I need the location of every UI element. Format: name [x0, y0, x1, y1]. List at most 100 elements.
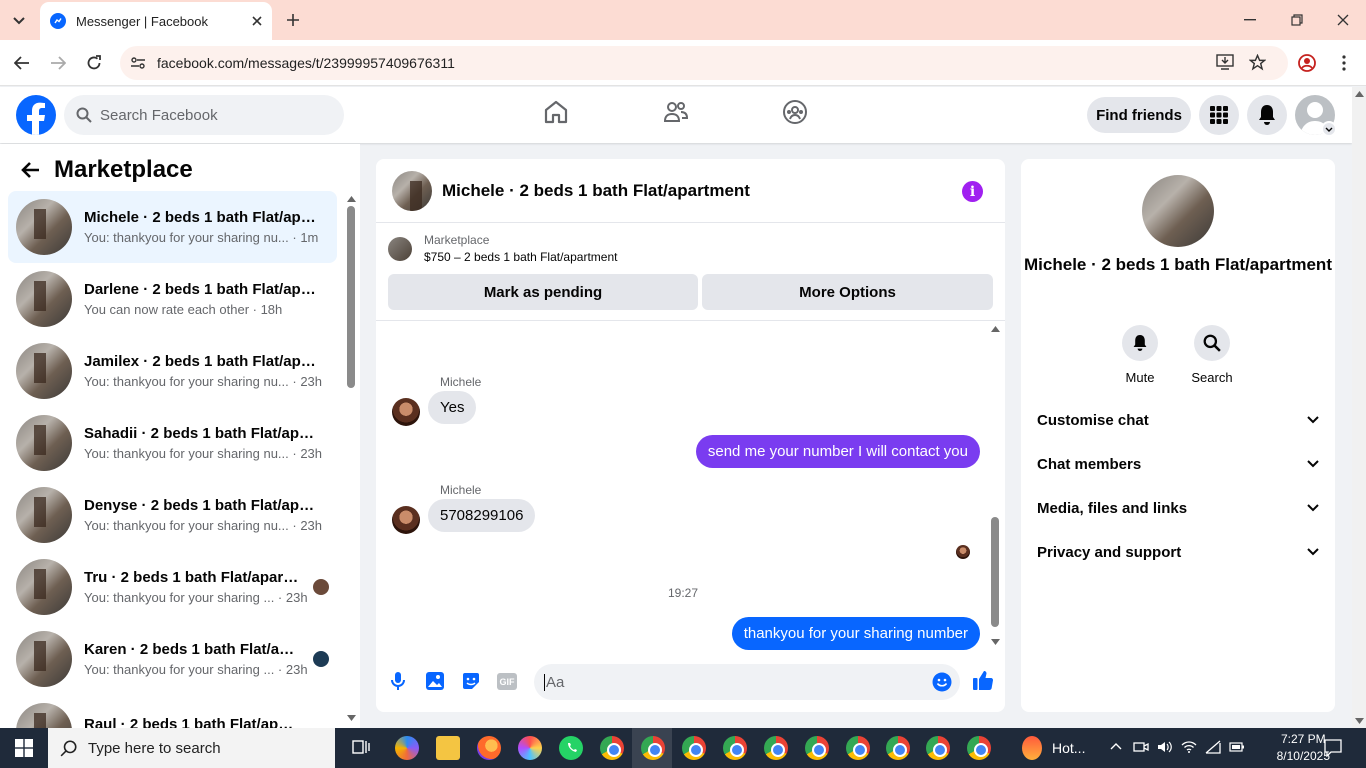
account-chevron-icon[interactable] [1321, 121, 1337, 137]
mark-as-pending-button[interactable]: Mark as pending [388, 274, 698, 310]
install-app-icon[interactable] [1216, 54, 1234, 71]
conversation-name: Michele · 2 beds 1 bath Flat/apa... [84, 209, 319, 226]
scroll-down-arrow-icon[interactable] [991, 639, 1000, 645]
tab-close-icon[interactable] [252, 16, 262, 26]
listing-label: Marketplace [424, 233, 490, 247]
message-input[interactable]: Aa [534, 664, 960, 700]
back-arrow-icon[interactable] [20, 161, 40, 179]
chrome-icon[interactable] [723, 736, 747, 760]
marketplace-listing[interactable]: Marketplace $750 – 2 beds 1 bath Flat/ap… [388, 233, 617, 264]
mute-button[interactable]: Mute [1110, 325, 1170, 385]
customise-chat-section[interactable]: Customise chat [1037, 402, 1319, 438]
restore-icon[interactable] [1287, 10, 1307, 30]
groups-icon[interactable] [782, 99, 808, 125]
weather-text[interactable]: Hot... [1052, 740, 1085, 756]
outgoing-message[interactable]: thankyou for your sharing number [731, 617, 980, 650]
chrome-icon[interactable] [967, 736, 991, 760]
scroll-down-arrow-icon[interactable] [347, 715, 356, 721]
address-bar[interactable]: facebook.com/messages/t/2399995740967631… [120, 46, 1288, 80]
conversation-name: Karen · 2 beds 1 bath Flat/apa... [84, 641, 299, 658]
chrome-icon[interactable] [926, 736, 950, 760]
like-thumbs-up-icon[interactable] [972, 669, 994, 691]
system-clock[interactable]: 7:27 PM 8/10/2025 [1277, 731, 1330, 765]
conversation-item[interactable]: Michele · 2 beds 1 bath Flat/apa... You: … [8, 191, 337, 263]
incoming-message[interactable]: 5708299106 [428, 499, 536, 532]
forward-arrow-icon[interactable] [48, 53, 68, 73]
home-icon[interactable] [543, 99, 569, 125]
show-hidden-icons-chevron-icon[interactable] [1110, 742, 1122, 750]
chrome-icon[interactable] [805, 736, 829, 760]
volume-icon[interactable] [1157, 740, 1173, 754]
chrome-icon[interactable] [641, 736, 665, 760]
scroll-up-arrow-icon[interactable] [991, 326, 1000, 332]
conversation-item[interactable]: Denyse · 2 beds 1 bath Flat/apar... You: … [8, 479, 337, 551]
incoming-message[interactable]: Yes [428, 391, 477, 424]
sticker-icon[interactable] [461, 671, 481, 691]
file-explorer-icon[interactable] [436, 736, 460, 760]
firefox-icon[interactable] [477, 736, 501, 760]
friends-icon[interactable] [663, 99, 689, 125]
chevron-down-icon [1307, 460, 1319, 468]
conversation-item[interactable]: Tru · 2 beds 1 bath Flat/apart... You: th… [8, 551, 337, 623]
scroll-up-arrow-icon[interactable] [347, 196, 356, 202]
site-settings-icon[interactable] [130, 55, 146, 71]
browser-menu-icon[interactable] [1334, 53, 1354, 73]
profile-icon[interactable] [1297, 53, 1317, 73]
search-in-chat-button[interactable]: Search [1182, 325, 1242, 385]
paint-icon[interactable] [518, 736, 542, 760]
outgoing-message[interactable]: send me your number I will contact you [695, 435, 980, 468]
conversation-item[interactable]: Darlene · 2 beds 1 bath Flat/apar... You … [8, 263, 337, 335]
profile-avatar[interactable] [1142, 175, 1214, 247]
photo-icon[interactable] [425, 671, 445, 691]
facebook-search-input[interactable]: Search Facebook [64, 95, 344, 135]
chat-members-section[interactable]: Chat members [1037, 446, 1319, 482]
conversation-item[interactable]: Raul · 2 beds 1 bath Flat/apart... [8, 695, 337, 728]
taskbar-search-input[interactable]: Type here to search [48, 728, 335, 768]
chat-avatar[interactable] [392, 170, 432, 211]
new-tab-icon[interactable] [283, 10, 303, 30]
reload-icon[interactable] [84, 53, 104, 73]
chrome-icon[interactable] [600, 736, 624, 760]
back-arrow-icon[interactable] [12, 53, 32, 73]
meet-now-icon[interactable] [1133, 740, 1149, 754]
menu-grid-icon[interactable] [1199, 95, 1239, 135]
copilot-icon[interactable] [395, 736, 419, 760]
conversation-item[interactable]: Karen · 2 beds 1 bath Flat/apa... You: th… [8, 623, 337, 695]
conversation-preview: You: thankyou for your sharing nu... · 2… [84, 374, 323, 389]
battery-icon[interactable] [1229, 741, 1245, 753]
chrome-icon[interactable] [764, 736, 788, 760]
conversation-item[interactable]: Sahadii · 2 beds 1 bath Flat/apar... You:… [8, 407, 337, 479]
facebook-logo-icon[interactable] [16, 95, 56, 135]
chrome-icon[interactable] [682, 736, 706, 760]
network-off-icon[interactable] [1205, 740, 1221, 754]
weather-icon[interactable] [1022, 736, 1042, 760]
minimize-icon[interactable] [1240, 10, 1260, 30]
chat-scrollbar[interactable] [991, 517, 999, 627]
conversation-item[interactable]: Jamilex · 2 beds 1 bath Flat/apar... You:… [8, 335, 337, 407]
microphone-icon[interactable] [390, 671, 406, 691]
gif-icon[interactable]: GIF [497, 673, 517, 690]
window-close-icon[interactable] [1333, 10, 1353, 30]
browser-tab[interactable]: Messenger | Facebook [40, 2, 272, 40]
task-view-icon[interactable] [350, 736, 374, 760]
more-options-button[interactable]: More Options [702, 274, 993, 310]
find-friends-button[interactable]: Find friends [1087, 97, 1191, 133]
notification-center-icon[interactable] [1324, 739, 1342, 757]
wifi-icon[interactable] [1181, 740, 1197, 754]
page-scrollbar[interactable] [1352, 87, 1366, 728]
info-icon[interactable]: i [962, 181, 983, 202]
chrome-icon[interactable] [886, 736, 910, 760]
sidebar-scrollbar[interactable] [347, 206, 355, 388]
chevron-down-icon [1307, 548, 1319, 556]
privacy-support-section[interactable]: Privacy and support [1037, 534, 1319, 570]
emoji-icon[interactable] [932, 672, 952, 692]
notifications-bell-icon[interactable] [1247, 95, 1287, 135]
chrome-icon[interactable] [846, 736, 870, 760]
windows-start-icon[interactable] [0, 728, 48, 768]
chat-title[interactable]: Michele · 2 beds 1 bath Flat/apartment [442, 181, 750, 201]
listing-thumbnail [16, 559, 72, 615]
whatsapp-icon[interactable] [559, 736, 583, 760]
bookmark-star-icon[interactable] [1249, 54, 1266, 71]
tab-search-icon[interactable] [8, 10, 30, 32]
media-files-links-section[interactable]: Media, files and links [1037, 490, 1319, 526]
